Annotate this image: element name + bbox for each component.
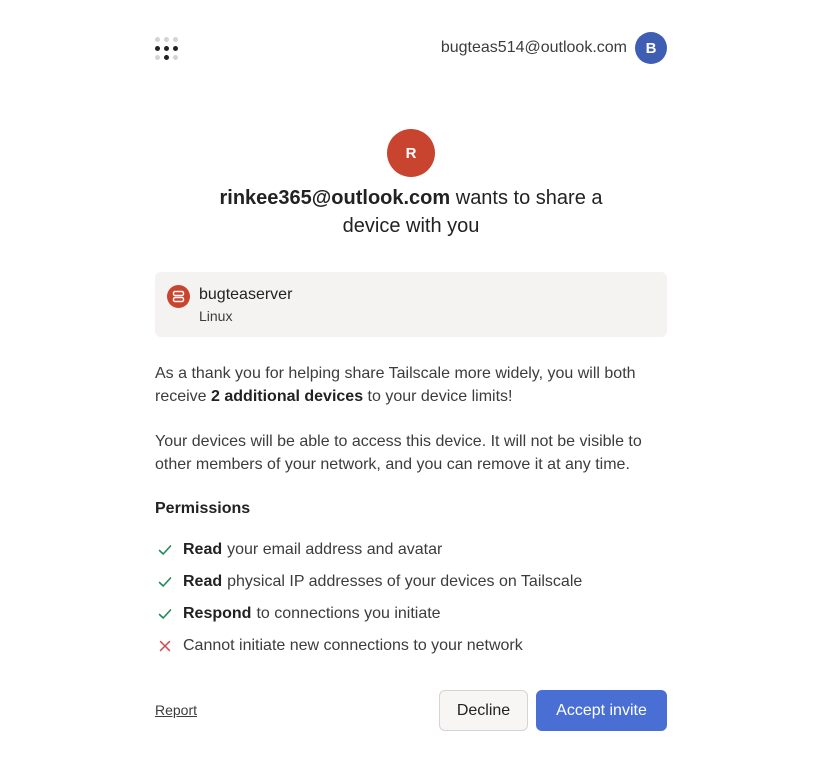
sender-email: rinkee365@outlook.com [219, 187, 451, 209]
permissions-list: Read your email address and avatar Read ph… [155, 534, 582, 662]
x-icon [155, 636, 175, 656]
list-item: Read physical IP addresses of your device… [155, 566, 582, 598]
permission-text: Cannot initiate new connections to your … [183, 637, 523, 654]
report-link[interactable]: Report [155, 702, 197, 718]
permission-verb: Read [183, 573, 223, 590]
sender-avatar: R [387, 129, 435, 177]
permission-text: your email address and avatar [227, 541, 443, 558]
list-item: Respond to connections you initiate [155, 598, 582, 630]
permission-text: physical IP addresses of your devices on… [227, 573, 583, 590]
share-invite-page: bugteas514@outlook.com B R rinkee365@out… [0, 0, 822, 763]
permission-text: to connections you initiate [256, 605, 441, 622]
permission-verb: Respond [183, 605, 252, 622]
decline-button[interactable]: Decline [439, 690, 528, 731]
reward-paragraph: As a thank you for helping share Tailsca… [155, 362, 675, 408]
permission-verb: Read [183, 541, 223, 558]
visibility-paragraph: Your devices will be able to access this… [155, 433, 642, 473]
account-menu[interactable]: bugteas514@outlook.com B [441, 32, 667, 64]
reward-highlight: 2 additional devices [211, 388, 364, 405]
permissions-heading: Permissions [155, 500, 251, 517]
server-icon [167, 285, 190, 308]
device-card: bugteaserver Linux [155, 272, 667, 337]
check-icon [155, 540, 175, 560]
top-bar: bugteas514@outlook.com B [155, 31, 667, 65]
account-email: bugteas514@outlook.com [440, 39, 627, 56]
check-icon [155, 604, 175, 624]
avatar[interactable]: B [635, 32, 667, 64]
list-item: Read your email address and avatar [155, 534, 582, 566]
check-icon [155, 572, 175, 592]
list-item: Cannot initiate new connections to your … [155, 630, 582, 662]
reward-text-end: to your device limits! [363, 388, 513, 405]
accept-invite-button[interactable]: Accept invite [536, 690, 667, 731]
tailscale-logo-icon[interactable] [155, 36, 178, 60]
page-title: rinkee365@outlook.com wants to share a d… [190, 184, 632, 240]
device-os: Linux [199, 308, 233, 324]
device-name: bugteaserver [199, 286, 293, 303]
